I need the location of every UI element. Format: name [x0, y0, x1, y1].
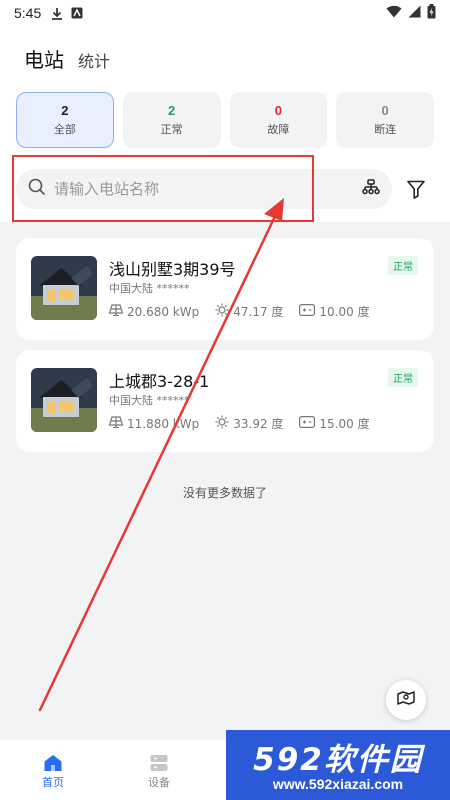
funnel-filter-icon[interactable]	[406, 179, 426, 199]
station-metrics: 11.880 kWp 33.92 度 15.00 度	[108, 415, 382, 432]
energy-value: 33.92 度	[233, 417, 284, 431]
filter-label: 全部	[53, 123, 76, 136]
device-icon	[149, 752, 169, 774]
status-badge: 正常	[388, 256, 418, 275]
filter-label: 故障	[267, 123, 290, 136]
nav-devices[interactable]: 设备	[106, 740, 212, 800]
capacity-metric: 20.680 kWp	[108, 304, 200, 319]
earnings-metric: 15.00 度	[299, 415, 370, 432]
solar-panel-icon	[108, 304, 124, 319]
station-name: 上城郡3-28-1	[109, 372, 210, 391]
solar-panel-icon	[108, 416, 124, 431]
station-metrics: 20.680 kWp 47.17 度 10.00 度	[108, 303, 382, 320]
meter-icon	[299, 416, 316, 431]
earnings-value: 15.00 度	[319, 417, 370, 431]
app-notification-icon	[71, 7, 83, 19]
status-time: 5:45	[14, 5, 42, 21]
watermark-brand: 592软件园	[253, 742, 423, 778]
filter-disconnected[interactable]: 0 断连	[336, 92, 434, 148]
capacity-metric: 11.880 kWp	[108, 416, 200, 431]
nav-home[interactable]: 首页	[0, 740, 106, 800]
tab-statistics[interactable]: 统计	[78, 48, 110, 72]
meter-icon	[299, 304, 316, 319]
energy-metric: 33.92 度	[215, 415, 283, 432]
wifi-icon	[386, 5, 402, 22]
nav-home-label: 首页	[42, 776, 64, 789]
list-end-message: 没有更多数据了	[182, 486, 267, 500]
status-right	[386, 3, 436, 23]
station-group-icon[interactable]	[362, 179, 380, 199]
search-row	[16, 168, 436, 210]
filter-count: 2	[168, 103, 176, 118]
earnings-value: 10.00 度	[319, 305, 370, 319]
download-icon	[51, 7, 63, 20]
header-tabs: 电站 统计	[24, 44, 110, 73]
filter-fault[interactable]: 0 故障	[229, 92, 328, 148]
station-photo	[31, 256, 97, 320]
station-card[interactable]: 浅山别墅3期39号 中国大陆 ****** 20.680 kWp 47.17 度…	[16, 238, 434, 340]
filter-label: 断连	[374, 123, 397, 136]
nav-devices-label: 设备	[148, 776, 170, 789]
status-filters: 2 全部 2 正常 0 故障 0 断连	[16, 92, 434, 148]
filter-normal[interactable]: 2 正常	[122, 92, 221, 148]
status-badge: 正常	[388, 368, 418, 387]
energy-value: 47.17 度	[233, 305, 284, 319]
signal-icon	[408, 5, 421, 22]
search-box	[16, 169, 392, 209]
sun-icon	[215, 303, 229, 320]
station-photo	[31, 368, 97, 432]
map-button[interactable]	[386, 680, 426, 720]
search-icon	[28, 178, 46, 200]
search-input[interactable]	[54, 180, 362, 198]
battery-icon	[427, 3, 436, 23]
site-watermark: 592软件园 www.592xiazai.com	[226, 730, 450, 800]
status-bar: 5:45	[0, 0, 450, 26]
filter-count: 0	[274, 103, 282, 118]
home-icon	[43, 752, 63, 774]
station-name: 浅山别墅3期39号	[109, 260, 236, 279]
sun-icon	[215, 415, 229, 432]
station-region: 中国大陆 ******	[109, 394, 190, 407]
station-list: 浅山别墅3期39号 中国大陆 ****** 20.680 kWp 47.17 度…	[0, 222, 450, 740]
watermark-url: www.592xiazai.com	[272, 776, 404, 792]
station-region: 中国大陆 ******	[109, 282, 190, 295]
capacity-value: 11.880 kWp	[127, 416, 200, 431]
map-pin-icon	[396, 688, 416, 712]
filter-count: 2	[61, 103, 69, 118]
capacity-value: 20.680 kWp	[127, 304, 200, 319]
filter-count: 0	[381, 103, 389, 118]
filter-label: 正常	[160, 123, 183, 136]
filter-all[interactable]: 2 全部	[16, 92, 114, 148]
station-card[interactable]: 上城郡3-28-1 中国大陆 ****** 11.880 kWp 33.92 度…	[16, 350, 434, 452]
energy-metric: 47.17 度	[215, 303, 283, 320]
tab-stations[interactable]: 电站	[24, 44, 64, 73]
earnings-metric: 10.00 度	[299, 303, 370, 320]
